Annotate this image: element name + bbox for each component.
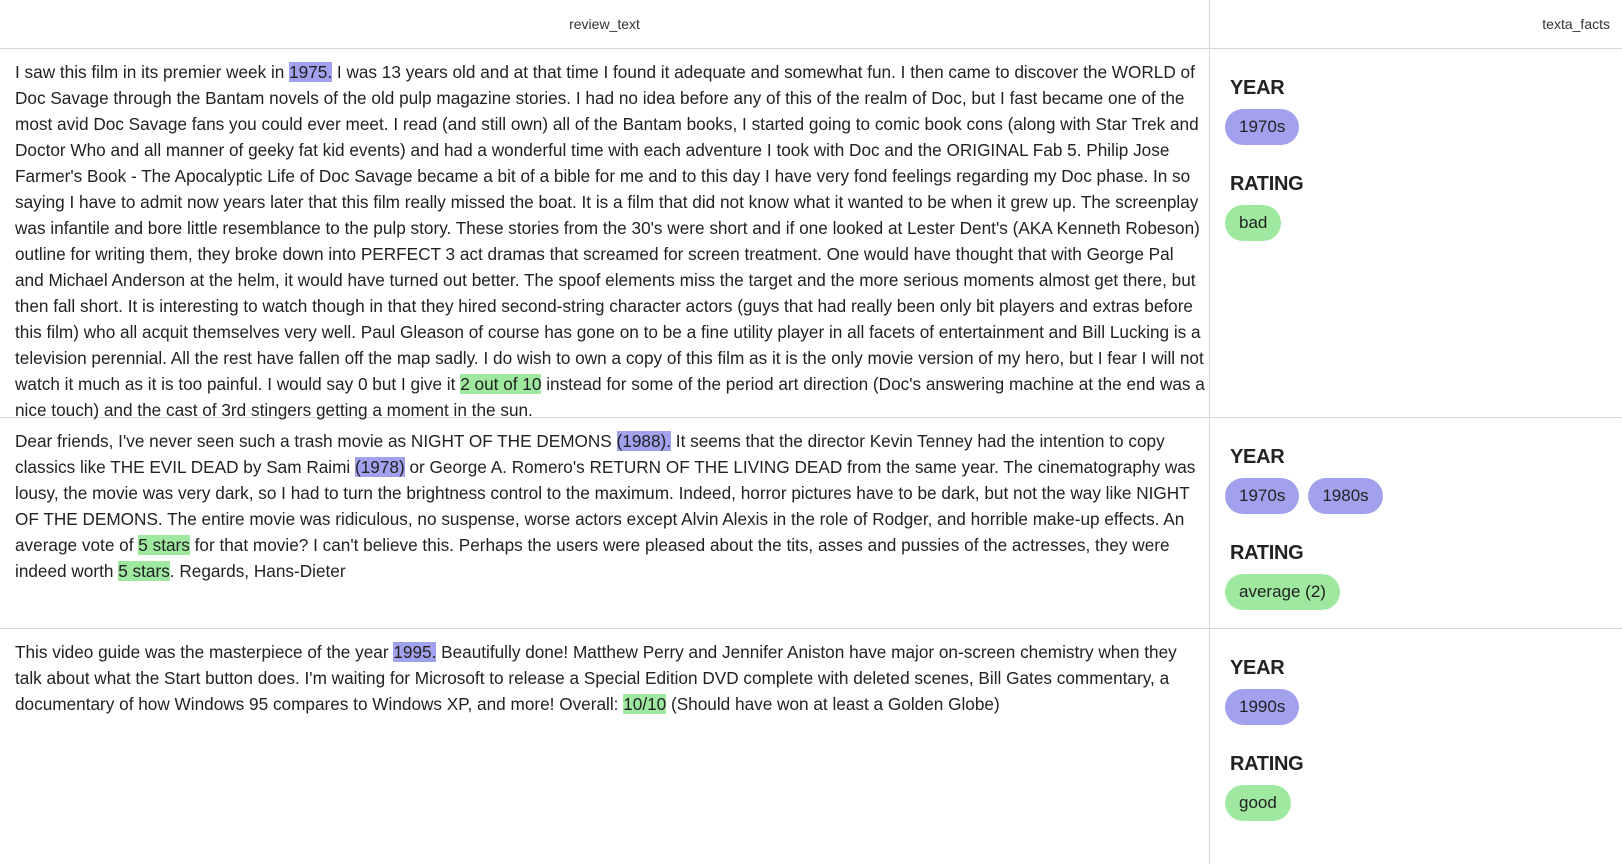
rating-label: RATING [1230, 753, 1304, 775]
review-text-cell: Dear friends, I've never seen such a tra… [15, 428, 1205, 584]
facts-cell: YEAR 1970s 1980s RATING average (2) [1225, 446, 1605, 638]
table-row: I saw this film in its premier week in 1… [0, 49, 1622, 420]
review-text-segment: Dear friends, I've never seen such a tra… [15, 431, 617, 451]
facts-table: review_text texta_facts I saw this film … [0, 0, 1622, 864]
rating-highlight: 5 stars [118, 561, 170, 581]
facts-cell: YEAR 1990s RATING good [1225, 657, 1605, 849]
review-text-segment: (Should have won at least a Golden Globe… [666, 694, 1000, 714]
review-text-segment: I saw this film in its premier week in [15, 62, 290, 82]
column-header-review-text[interactable]: review_text [0, 0, 1209, 48]
rating-chips: bad [1225, 205, 1605, 241]
rating-chips: good [1225, 785, 1605, 821]
year-highlight: (1988). [616, 431, 672, 451]
review-text-segment: I was 13 years old and at that time I fo… [15, 62, 1204, 394]
review-text-segment: This video guide was the masterpiece of … [15, 642, 394, 662]
review-text-cell: This video guide was the masterpiece of … [15, 639, 1205, 717]
year-fact-chip[interactable]: 1990s [1225, 689, 1300, 725]
year-chips: 1990s [1225, 689, 1605, 725]
rating-chips: average (2) [1225, 574, 1605, 610]
year-fact-chip[interactable]: 1980s [1308, 478, 1383, 514]
rating-label: RATING [1230, 542, 1304, 564]
rating-highlight: 2 out of 10 [460, 374, 542, 394]
year-highlight: (1978) [355, 457, 405, 477]
year-fact-chip[interactable]: 1970s [1225, 109, 1300, 145]
review-text-segment: . Regards, Hans-Dieter [169, 561, 346, 581]
year-highlight: 1975. [289, 62, 333, 82]
rating-label: RATING [1230, 173, 1304, 195]
year-chips: 1970s [1225, 109, 1605, 145]
table-row: Dear friends, I've never seen such a tra… [0, 418, 1622, 629]
column-header-texta-facts[interactable]: texta_facts [1210, 0, 1610, 48]
rating-highlight: 10/10 [623, 694, 667, 714]
table-header: review_text texta_facts [0, 0, 1622, 49]
year-highlight: 1995. [393, 642, 437, 662]
year-label: YEAR [1230, 446, 1285, 468]
rating-highlight: 5 stars [138, 535, 190, 555]
year-label: YEAR [1230, 77, 1285, 99]
year-fact-chip[interactable]: 1970s [1225, 478, 1300, 514]
facts-cell: YEAR 1970s RATING bad [1225, 77, 1605, 269]
rating-fact-chip[interactable]: good [1225, 785, 1291, 821]
table-row: This video guide was the masterpiece of … [0, 629, 1622, 864]
rating-fact-chip[interactable]: average (2) [1225, 574, 1340, 610]
year-label: YEAR [1230, 657, 1285, 679]
review-text-cell: I saw this film in its premier week in 1… [15, 59, 1205, 423]
rating-fact-chip[interactable]: bad [1225, 205, 1282, 241]
year-chips: 1970s 1980s [1225, 478, 1605, 514]
